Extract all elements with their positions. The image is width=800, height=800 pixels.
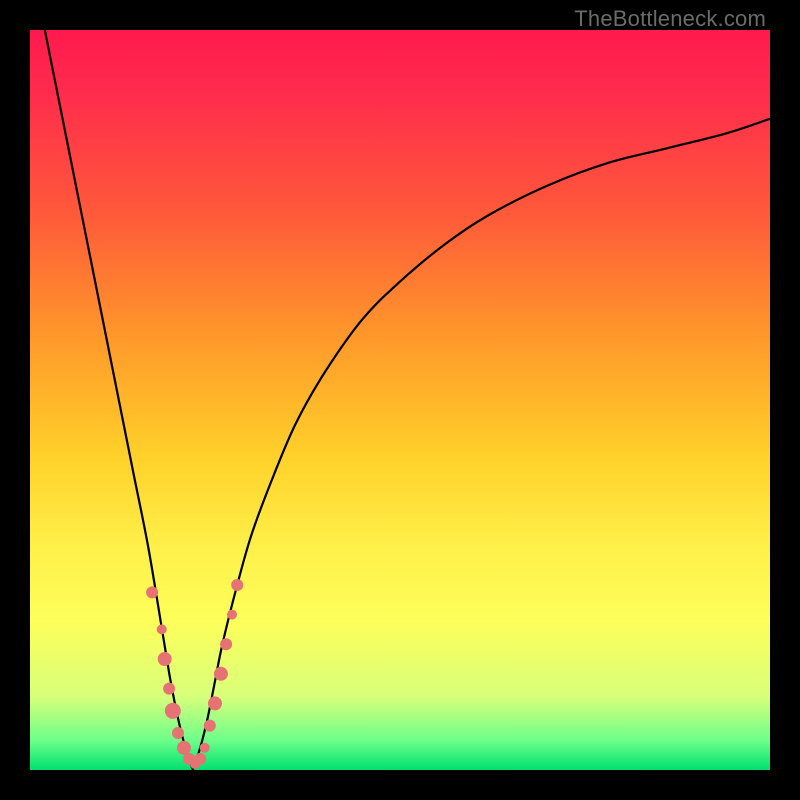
data-dot xyxy=(220,638,232,650)
data-dot xyxy=(163,683,175,695)
data-dot xyxy=(231,579,243,591)
data-dot xyxy=(194,753,206,765)
chart-frame: TheBottleneck.com xyxy=(0,0,800,800)
data-dot xyxy=(146,586,158,598)
data-dot xyxy=(177,741,191,755)
chart-svg xyxy=(30,30,770,770)
data-dot xyxy=(200,743,210,753)
curve-right xyxy=(193,119,770,770)
data-dots xyxy=(146,579,243,769)
data-dot xyxy=(158,652,172,666)
data-dot xyxy=(214,667,228,681)
data-dot xyxy=(204,720,216,732)
data-dot xyxy=(208,696,222,710)
data-dot xyxy=(157,624,167,634)
watermark-text: TheBottleneck.com xyxy=(574,6,766,32)
data-dot xyxy=(227,610,237,620)
data-dot xyxy=(172,727,184,739)
data-dot xyxy=(165,703,181,719)
plot-area xyxy=(30,30,770,770)
